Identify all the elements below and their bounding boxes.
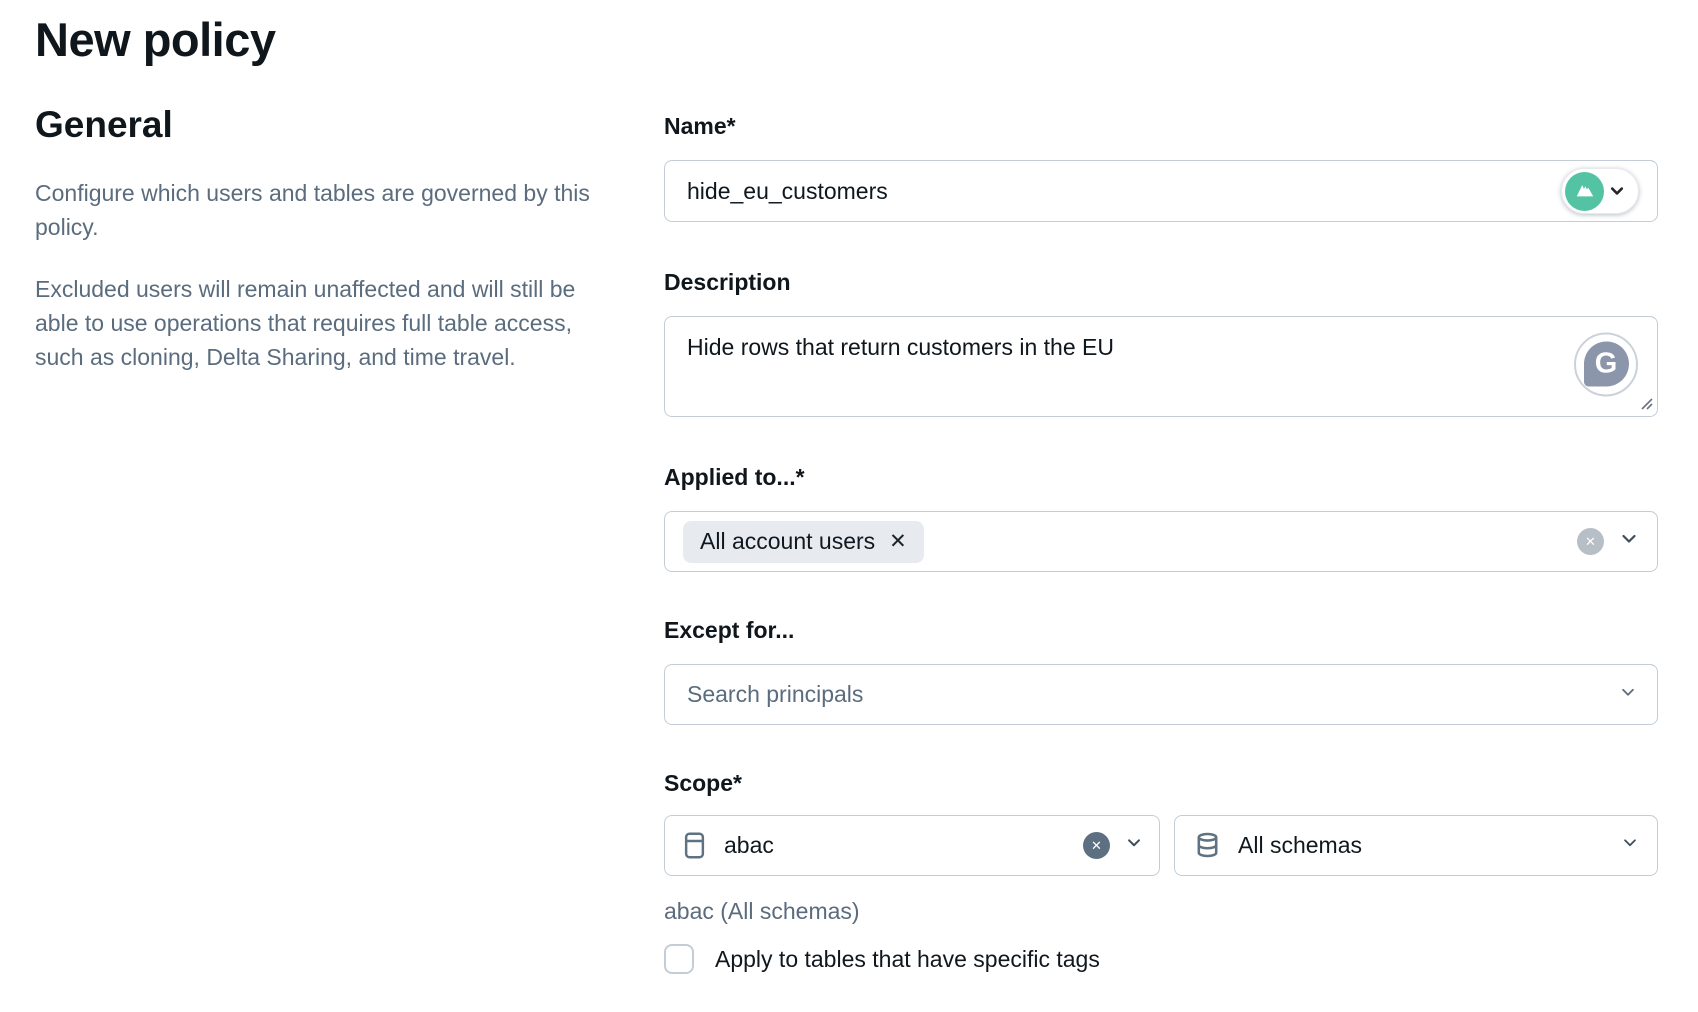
except-for-label: Except for... xyxy=(664,616,1658,644)
database-icon xyxy=(1193,831,1222,860)
grammarly-icon: G xyxy=(1584,341,1629,386)
resize-handle[interactable] xyxy=(1638,395,1653,410)
clear-selection-icon[interactable]: ✕ xyxy=(1577,528,1604,555)
chevron-down-icon[interactable] xyxy=(1619,683,1637,706)
search-principals-input[interactable] xyxy=(664,664,1658,725)
chevron-down-icon[interactable] xyxy=(1621,834,1639,857)
catalog-select[interactable]: abac ✕ xyxy=(664,815,1160,876)
applied-to-field: Applied to...* All account users ✕ ✕ xyxy=(664,463,1658,572)
password-manager-autofill-button[interactable] xyxy=(1561,168,1639,214)
clear-catalog-icon[interactable]: ✕ xyxy=(1083,832,1110,859)
description-field: Description Hide rows that return custom… xyxy=(664,268,1658,417)
section-paragraph-2: Excluded users will remain unaffected an… xyxy=(35,272,623,374)
page-title: New policy xyxy=(35,12,276,67)
catalog-icon xyxy=(681,831,708,860)
scope-label: Scope* xyxy=(664,769,1658,797)
chevron-down-icon[interactable] xyxy=(1125,834,1143,857)
applied-to-chip-label: All account users xyxy=(700,528,875,555)
chevron-down-icon[interactable] xyxy=(1619,529,1639,554)
nordpass-icon xyxy=(1565,172,1604,211)
new-policy-page: New policy General Configure which users… xyxy=(0,0,1698,1012)
name-input[interactable] xyxy=(664,160,1658,222)
except-for-input-wrap xyxy=(664,664,1658,725)
catalog-value: abac xyxy=(724,832,1083,859)
general-section-intro: General Configure which users and tables… xyxy=(35,104,623,402)
applied-to-select[interactable]: All account users ✕ ✕ xyxy=(664,511,1658,572)
tags-checkbox-label[interactable]: Apply to tables that have specific tags xyxy=(715,946,1100,973)
description-textarea[interactable]: Hide rows that return customers in the E… xyxy=(664,316,1658,417)
name-input-wrap xyxy=(664,160,1658,222)
schema-value: All schemas xyxy=(1238,832,1606,859)
name-label: Name* xyxy=(664,112,1658,140)
scope-summary: abac (All schemas) xyxy=(664,898,1658,925)
tags-checkbox-row: Apply to tables that have specific tags xyxy=(664,944,1658,974)
name-field: Name* xyxy=(664,112,1658,222)
chevron-down-icon xyxy=(1609,183,1625,199)
applied-to-chip: All account users ✕ xyxy=(683,521,924,563)
section-heading: General xyxy=(35,104,623,146)
description-input-wrap: Hide rows that return customers in the E… xyxy=(664,316,1658,417)
tags-checkbox[interactable] xyxy=(664,944,694,974)
chip-remove-icon[interactable]: ✕ xyxy=(889,531,907,552)
section-paragraph-1: Configure which users and tables are gov… xyxy=(35,176,623,244)
grammarly-button[interactable]: G xyxy=(1574,332,1638,396)
schema-select[interactable]: All schemas xyxy=(1174,815,1658,876)
description-label: Description xyxy=(664,268,1658,296)
scope-field: Scope* abac ✕ xyxy=(664,769,1658,974)
except-for-field: Except for... xyxy=(664,616,1658,725)
scope-row: abac ✕ xyxy=(664,815,1658,876)
policy-form: Name* Descr xyxy=(664,112,1658,974)
applied-to-label: Applied to...* xyxy=(664,463,1658,491)
